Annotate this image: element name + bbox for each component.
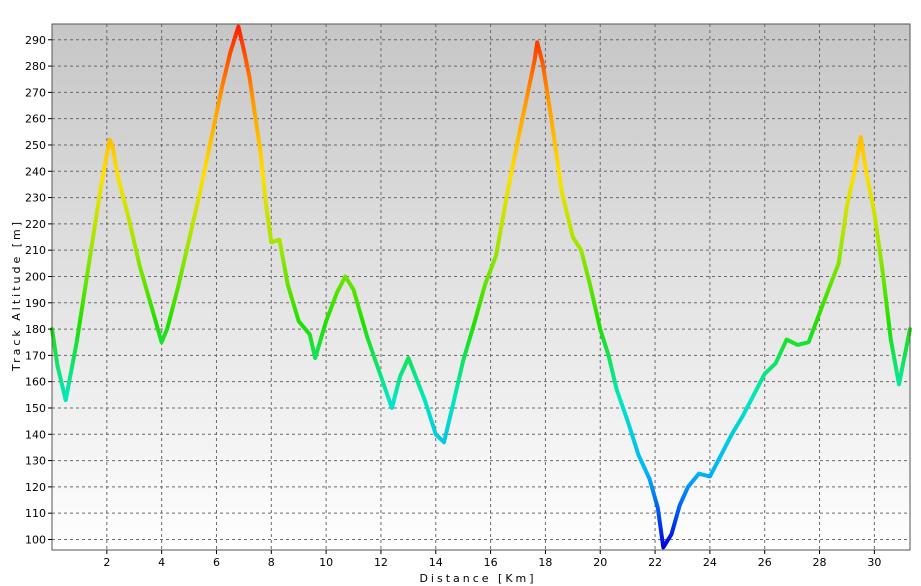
x-tick-label: 6	[213, 556, 220, 569]
y-tick-label: 150	[25, 402, 46, 415]
x-tick-label: 20	[593, 556, 607, 569]
y-tick-label: 180	[25, 323, 46, 336]
y-tick-label: 140	[25, 428, 46, 441]
y-tick-label: 290	[25, 34, 46, 47]
y-tick-label: 270	[25, 86, 46, 99]
y-tick-label: 240	[25, 165, 46, 178]
chart-svg: 2 4 6 8 10 12 14 16 18 20 22 24 26 28 3010011012013014…	[10, 23, 912, 585]
y-tick-label: 210	[25, 244, 46, 257]
x-tick-label: 26	[758, 556, 772, 569]
y-tick-label: 250	[25, 139, 46, 152]
y-tick-label: 280	[25, 60, 46, 73]
x-tick-label: 14	[429, 556, 443, 569]
x-tick-label: 22	[648, 556, 662, 569]
x-tick-label: 2	[103, 556, 110, 569]
x-tick-label: 8	[268, 556, 275, 569]
y-tick-label: 160	[25, 376, 46, 389]
x-tick-label: 12	[374, 556, 388, 569]
x-tick-label: 28	[813, 556, 827, 569]
y-tick-label: 200	[25, 270, 46, 283]
x-tick-label: 24	[703, 556, 717, 569]
x-tick-label: 30	[867, 556, 881, 569]
y-tick-label: 120	[25, 481, 46, 494]
y-axis-title: Track Altitude [m]	[10, 219, 23, 372]
x-axis-title: Distance [Km]	[419, 572, 536, 585]
y-tick-label: 110	[25, 507, 46, 520]
y-tick-label: 190	[25, 297, 46, 310]
altitude-profile-chart: 2 4 6 8 10 12 14 16 18 20 22 24 26 28 30 100 110 120 130 14…	[0, 0, 921, 586]
y-tick-label: 130	[25, 455, 46, 468]
y-tick-label: 100	[25, 533, 46, 546]
y-tick-label: 170	[25, 349, 46, 362]
x-tick-label: 18	[538, 556, 552, 569]
y-tick-label: 230	[25, 192, 46, 205]
plot-area	[52, 24, 910, 550]
y-tick-label: 260	[25, 113, 46, 126]
x-tick-label: 16	[484, 556, 498, 569]
x-tick-label: 4	[158, 556, 165, 569]
y-tick-label: 220	[25, 218, 46, 231]
x-tick-label: 10	[319, 556, 333, 569]
